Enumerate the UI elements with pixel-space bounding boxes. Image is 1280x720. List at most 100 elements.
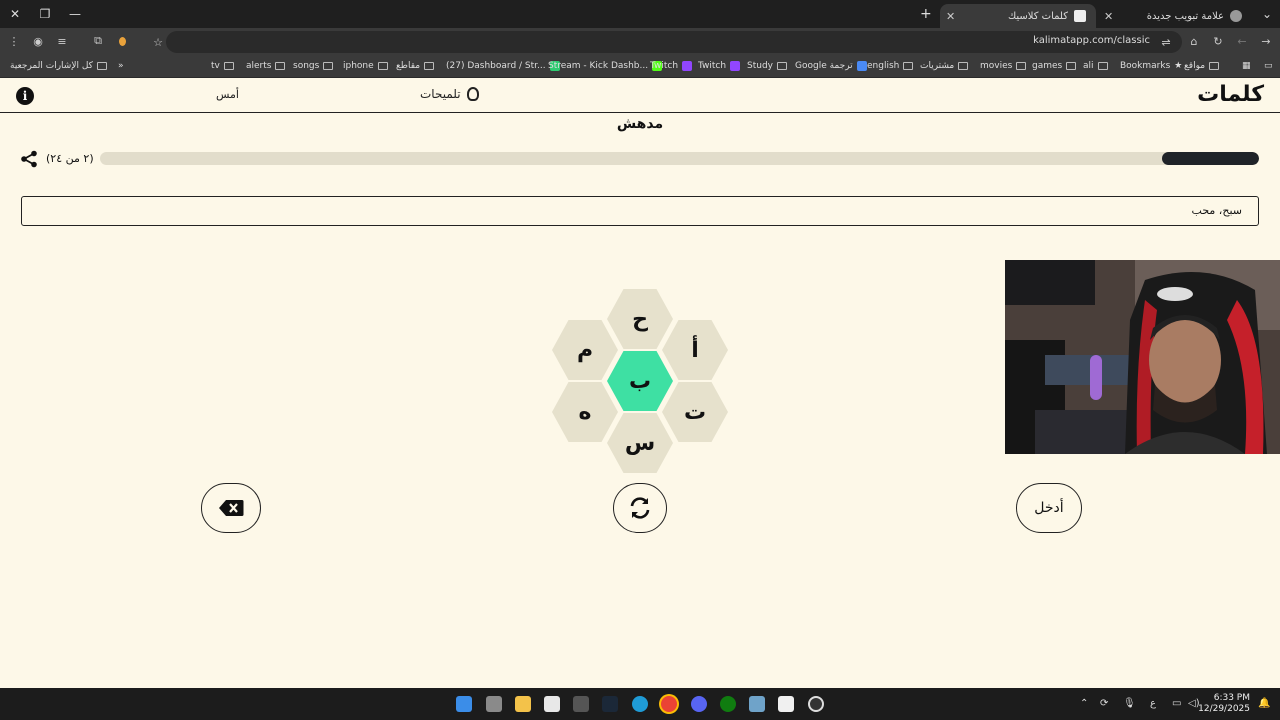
bookmark-study[interactable]: Study: [747, 61, 787, 71]
bookmark-twitch-2[interactable]: Twitch: [698, 61, 741, 71]
bookmark-label: Google ترجمة: [795, 61, 853, 71]
task-view-icon[interactable]: [486, 696, 502, 712]
terminal-icon[interactable]: [573, 696, 589, 712]
bookmark-clips[interactable]: مقاطع: [396, 61, 435, 71]
tab-active[interactable]: كلمات كلاسيك ✕: [940, 4, 1096, 28]
input-language[interactable]: ع: [1150, 698, 1156, 709]
folder-icon: [275, 62, 286, 70]
all-bookmarks[interactable]: كل الإشارات المرجعية: [10, 61, 107, 71]
folder-icon: [96, 62, 107, 70]
bookmark-alerts[interactable]: alerts: [246, 61, 286, 71]
letter-hex-lower-left[interactable]: ه: [552, 382, 618, 442]
site-settings-icon[interactable]: ⇌: [1158, 34, 1174, 50]
bookmark-star-icon[interactable]: ☆: [150, 34, 166, 50]
bookmark-label: (27) Dashboard / Str...: [446, 61, 546, 71]
tab-new-tab[interactable]: علامة تبويب جديدة ✕: [1100, 4, 1252, 28]
bookmark-kick[interactable]: Stream - Kick Dashb...: [548, 61, 663, 71]
bookmark-label: Stream - Kick Dashb...: [548, 61, 649, 71]
letter-hex-center[interactable]: ب: [607, 351, 673, 411]
info-icon[interactable]: i: [16, 87, 34, 105]
hints-button[interactable]: تلميحات: [420, 87, 479, 101]
folder-icon: [1209, 62, 1220, 70]
yesterday-button[interactable]: أمس: [216, 88, 239, 101]
star-icon: ★: [1174, 61, 1183, 71]
tab-search-icon[interactable]: ⌄: [1254, 0, 1280, 28]
bookmark-label: games: [1032, 61, 1063, 71]
bookmark-label: Twitch: [698, 61, 727, 71]
menu-kebab-icon[interactable]: ⋮: [6, 33, 22, 49]
close-window-icon[interactable]: ✕: [0, 0, 30, 28]
new-tab-icon[interactable]: +: [920, 6, 932, 22]
progress-track: [100, 152, 1259, 165]
backspace-icon: [219, 500, 244, 516]
bookmark-games[interactable]: games: [1032, 61, 1077, 71]
bookmark-label: Twitch: [650, 61, 679, 71]
bookmark-songs[interactable]: songs: [293, 61, 334, 71]
system-clock[interactable]: 6:33 PM 12/29/2025: [1198, 693, 1250, 715]
delete-button[interactable]: [201, 483, 261, 533]
reading-list-icon[interactable]: ≡: [54, 33, 70, 49]
reload-icon[interactable]: ↻: [1210, 33, 1226, 49]
sync-icon[interactable]: ⟳: [1100, 698, 1108, 709]
sidebar-icon[interactable]: ▭: [1264, 61, 1273, 71]
tab-close-icon[interactable]: ✕: [946, 10, 955, 23]
restore-window-icon[interactable]: ❐: [30, 0, 60, 28]
profile-icon[interactable]: ◉: [30, 33, 46, 49]
more-bookmarks-icon[interactable]: »: [118, 61, 124, 71]
bookmark-bookmarks[interactable]: Bookmarks ★: [1120, 61, 1182, 71]
tab-close-icon[interactable]: ✕: [1104, 10, 1113, 23]
folder-icon: [1016, 62, 1027, 70]
shuffle-button[interactable]: [613, 483, 667, 533]
file-explorer-icon[interactable]: [515, 696, 531, 712]
letter-hex-lower-right[interactable]: ت: [662, 382, 728, 442]
app-icon[interactable]: [778, 696, 794, 712]
app-header: كلمات تلميحات أمس i: [0, 79, 1280, 113]
chrome-icon[interactable]: [661, 696, 677, 712]
letter-hex-top[interactable]: ح: [607, 289, 673, 349]
minimize-window-icon[interactable]: —: [60, 0, 90, 28]
windows-start-icon[interactable]: [456, 696, 472, 712]
store-icon[interactable]: [544, 696, 560, 712]
found-words-box[interactable]: سبح، محب: [21, 196, 1259, 226]
folder-icon: [777, 62, 787, 70]
letter-hex-upper-left[interactable]: م: [552, 320, 618, 380]
discord-icon[interactable]: [691, 696, 707, 712]
folder-icon: [958, 62, 969, 70]
omnibox[interactable]: ☆ kalimatapp.com/classic ⇌: [153, 31, 1182, 53]
edge-icon[interactable]: [632, 696, 648, 712]
letter-hex-bottom[interactable]: س: [607, 413, 673, 473]
steam-icon[interactable]: [602, 696, 618, 712]
site-favicon-icon: [1074, 10, 1086, 22]
folder-icon: [223, 62, 234, 70]
clock-date: 12/29/2025: [1198, 704, 1250, 714]
forward-icon[interactable]: ←: [1234, 33, 1250, 49]
extensions-icon[interactable]: ⧉: [90, 33, 106, 49]
app-icon[interactable]: [749, 696, 765, 712]
xbox-icon[interactable]: [720, 696, 736, 712]
bookmark-google-translate[interactable]: Google ترجمة: [795, 61, 867, 71]
microphone-icon[interactable]: 🎙: [1123, 698, 1136, 709]
lightbulb-icon: [466, 87, 479, 101]
bookmark-sites[interactable]: مواقع: [1184, 61, 1220, 71]
bookmark-twitch-1[interactable]: Twitch: [650, 61, 693, 71]
tray-expand-icon[interactable]: ⌃: [1080, 698, 1088, 709]
obs-icon[interactable]: [808, 696, 824, 712]
app-logo[interactable]: كلمات: [1197, 82, 1264, 107]
folder-icon: [903, 62, 914, 70]
bookmark-iphone[interactable]: iphone: [343, 61, 388, 71]
bookmark-english[interactable]: english: [867, 61, 914, 71]
notifications-icon[interactable]: 🔔: [1258, 698, 1270, 709]
extension-icon[interactable]: [114, 33, 130, 49]
bookmark-ali[interactable]: ali: [1083, 61, 1108, 71]
bookmark-tv[interactable]: tv: [211, 61, 234, 71]
share-icon[interactable]: [20, 150, 38, 168]
network-icon[interactable]: ▭: [1172, 698, 1181, 709]
enter-button[interactable]: أدخل: [1016, 483, 1082, 533]
bookmark-purchases[interactable]: مشتريات: [920, 61, 969, 71]
bookmark-dashboard[interactable]: (27) Dashboard / Str...: [446, 61, 560, 71]
bookmark-movies[interactable]: movies: [980, 61, 1027, 71]
home-icon[interactable]: ⌂: [1186, 33, 1202, 49]
apps-grid-icon[interactable]: ▦: [1242, 61, 1251, 71]
letter-hex-upper-right[interactable]: أ: [662, 320, 728, 380]
back-icon[interactable]: →: [1258, 33, 1274, 49]
